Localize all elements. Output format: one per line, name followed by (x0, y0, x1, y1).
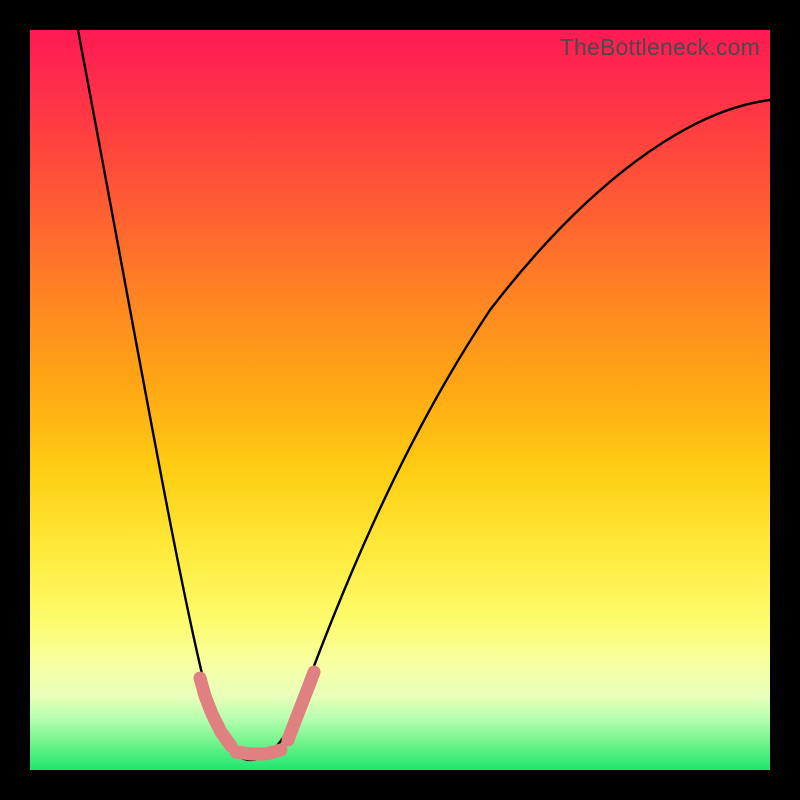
bottleneck-curve (78, 30, 770, 760)
chart-area: TheBottleneck.com (30, 30, 770, 770)
marker-bottom (236, 750, 281, 754)
marker-left (200, 678, 231, 746)
marker-right (288, 672, 314, 740)
marker-group (200, 672, 314, 754)
chart-svg (30, 30, 770, 770)
